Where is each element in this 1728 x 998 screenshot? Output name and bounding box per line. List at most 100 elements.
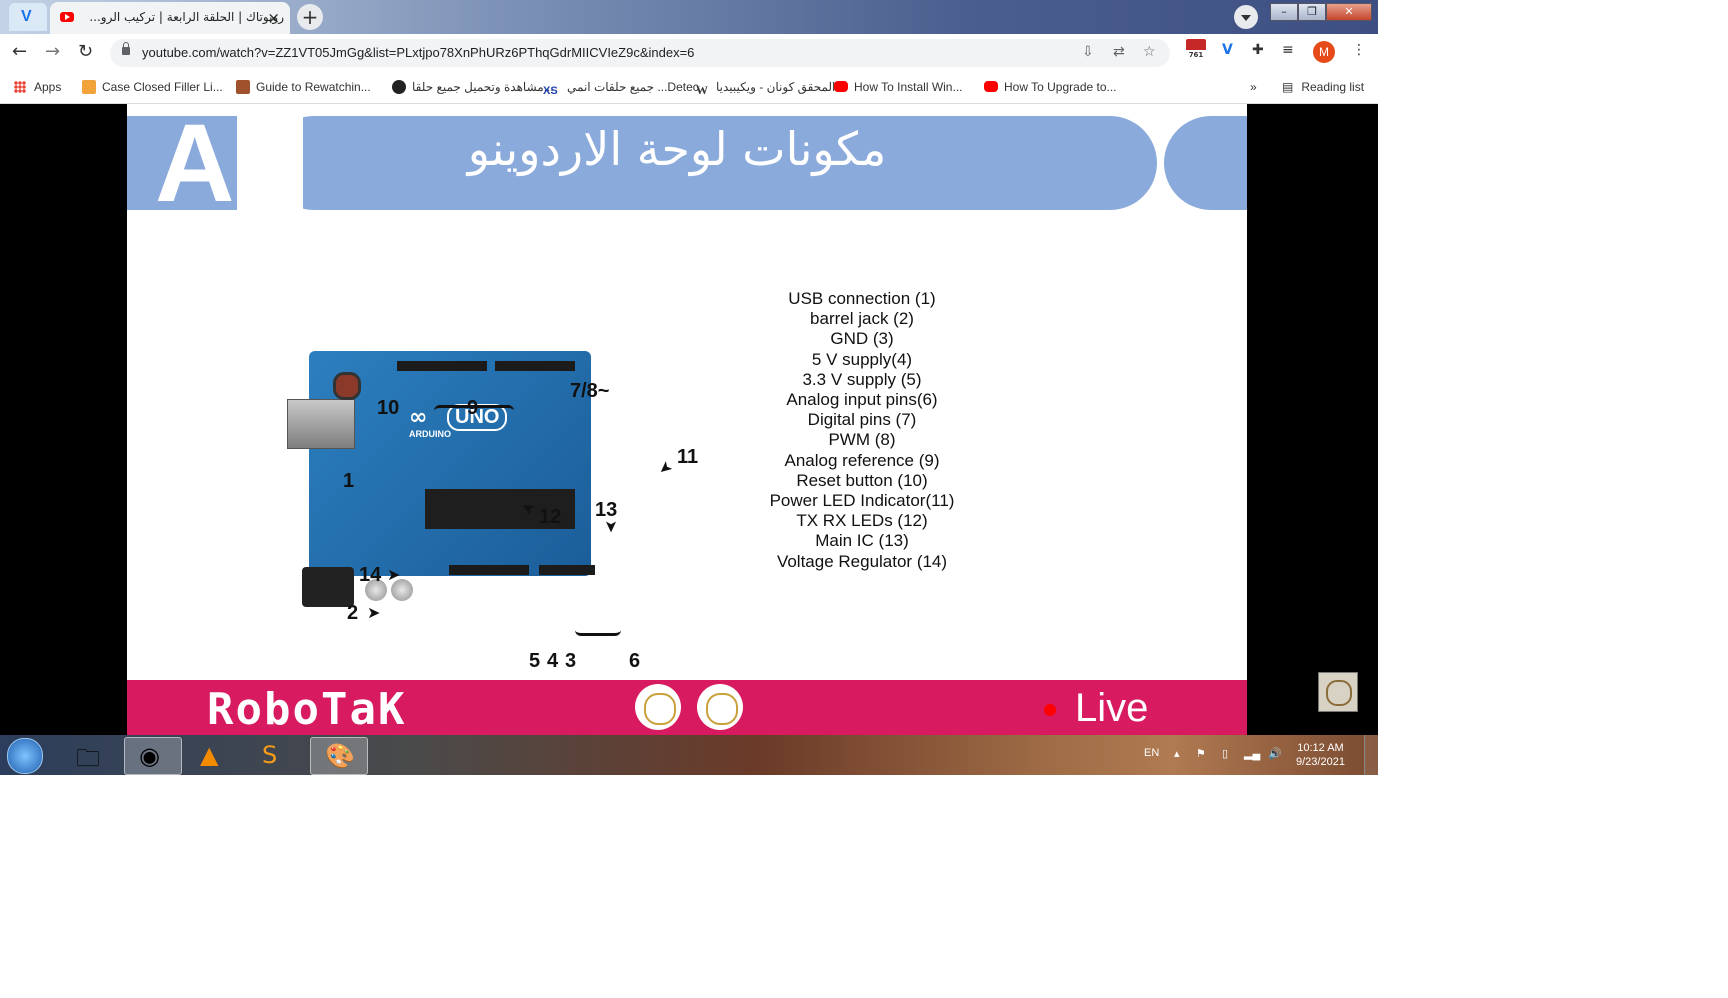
install-app-icon[interactable]: ⇩ bbox=[1082, 44, 1094, 60]
translate-icon[interactable]: ⇄ bbox=[1113, 44, 1125, 60]
folder-icon: 🗀 bbox=[76, 744, 100, 772]
system-clock[interactable]: 10:12 AM 9/23/2021 bbox=[1296, 741, 1345, 769]
list-item: Digital pins (7) bbox=[807, 410, 917, 430]
digital-header-right bbox=[495, 361, 575, 371]
windows-taskbar: 🗀 ◉ ▲ S 🎨 EN ▴ ⚑ ▯ ▂▄ 🔊 10:12 AM 9/23/20… bbox=[0, 735, 1378, 775]
list-item: TX RX LEDs (12) bbox=[796, 511, 928, 531]
taskbar-chrome[interactable]: ◉ bbox=[124, 737, 182, 775]
label-7-8: 7/8~ bbox=[570, 380, 610, 402]
bookmark-item[interactable]: W المحقق كونان - ويكيبيديا bbox=[696, 80, 835, 97]
wikipedia-icon: W bbox=[696, 83, 708, 97]
tab-search-button[interactable] bbox=[1234, 5, 1258, 29]
bookmark-item[interactable]: Guide to Rewatchin... bbox=[236, 80, 371, 94]
egypt-emblem-icon bbox=[697, 684, 743, 730]
list-item: 5 V supply(4) bbox=[811, 349, 913, 369]
bookmark-apps[interactable]: Apps bbox=[14, 80, 61, 94]
university-seal-icon bbox=[635, 684, 681, 730]
vlc-icon: ▲ bbox=[200, 741, 219, 769]
arduino-board-image: ∞ ARDUINO UNO 10 9 7/8~ 11 1 12 13 14 2 … bbox=[267, 309, 698, 672]
site-icon bbox=[392, 80, 406, 94]
robotak-logo: RoboTaK bbox=[207, 684, 407, 735]
reload-icon[interactable]: ↻ bbox=[78, 41, 93, 62]
action-center-icon[interactable]: ⚑ bbox=[1196, 747, 1206, 760]
profile-avatar[interactable]: M bbox=[1313, 41, 1335, 63]
bookmark-label: How To Upgrade to... bbox=[1004, 80, 1117, 94]
header-right-pill bbox=[1164, 116, 1247, 210]
calendar-extension-icon[interactable]: 761 bbox=[1186, 39, 1206, 61]
menu-kebab-icon[interactable]: ⋮ bbox=[1352, 42, 1366, 58]
arduino-infinity-logo: ∞ bbox=[409, 405, 428, 430]
new-tab-button[interactable]: + bbox=[297, 4, 323, 30]
reading-list-icon: ▤ bbox=[1282, 80, 1294, 94]
label-14: 14 bbox=[359, 564, 382, 586]
list-item: Power LED Indicator(11) bbox=[769, 491, 955, 511]
bookmark-label: Case Closed Filler Li... bbox=[102, 80, 223, 94]
clock-date: 9/23/2021 bbox=[1296, 756, 1345, 768]
label-3: 3 bbox=[565, 650, 577, 672]
tab-youtube[interactable]: روبوتاك | الحلقة الرابعة | تركيب الرو...… bbox=[50, 2, 290, 34]
component-list: USB connection (1) barrel jack (2) GND (… bbox=[717, 289, 1007, 572]
vivaldi-extension-icon[interactable]: V bbox=[1222, 42, 1233, 58]
bookmark-star-icon[interactable]: ☆ bbox=[1143, 44, 1156, 60]
pinned-tab[interactable]: V bbox=[9, 3, 47, 31]
network-icon[interactable]: ▂▄ bbox=[1244, 747, 1260, 760]
start-button[interactable] bbox=[7, 738, 43, 774]
browser-window: V روبوتاك | الحلقة الرابعة | تركيب الرو.… bbox=[0, 0, 1378, 775]
bookmark-item[interactable]: How To Install Win... bbox=[834, 80, 962, 94]
bookmark-label: مشاهدة وتحميل جميع حلقا... bbox=[412, 80, 554, 94]
url-text[interactable]: youtube.com/watch?v=ZZ1VT05JmGg&list=PLx… bbox=[142, 45, 694, 60]
taskbar-explorer[interactable]: 🗀 bbox=[62, 737, 118, 773]
bookmark-item[interactable]: How To Upgrade to... bbox=[984, 80, 1117, 94]
tab-close-button[interactable]: × bbox=[267, 9, 280, 27]
language-indicator[interactable]: EN bbox=[1144, 747, 1159, 759]
list-item: PWM (8) bbox=[828, 430, 896, 450]
vivaldi-icon: V bbox=[21, 8, 32, 25]
paint-icon: 🎨 bbox=[325, 742, 355, 770]
face-silhouette bbox=[243, 116, 303, 210]
bookmark-item[interactable]: Case Closed Filler Li... bbox=[82, 80, 223, 94]
close-window-button[interactable]: ✕ bbox=[1326, 3, 1372, 21]
apps-grid-icon bbox=[14, 81, 26, 93]
bookmarks-overflow-button[interactable]: » bbox=[1250, 80, 1257, 94]
label-9: 9 bbox=[467, 397, 479, 419]
youtube-icon bbox=[834, 81, 848, 92]
youtube-icon bbox=[984, 81, 998, 92]
bookmark-item[interactable]: XS جميع حلقات انمي ...Detec bbox=[543, 80, 699, 99]
video-player[interactable]: AI مكونات لوحة الاردوينو ∞ ARDUINO UNO 1… bbox=[0, 104, 1378, 735]
usb-connector bbox=[287, 399, 355, 449]
brace-analog bbox=[575, 627, 621, 636]
show-desktop-button[interactable] bbox=[1364, 735, 1378, 775]
minimize-button[interactable]: – bbox=[1270, 3, 1298, 21]
xs-icon: XS bbox=[543, 85, 558, 97]
label-10: 10 bbox=[377, 397, 400, 419]
address-bar[interactable]: youtube.com/watch?v=ZZ1VT05JmGg&list=PLx… bbox=[110, 39, 1170, 67]
volume-icon[interactable]: 🔊 bbox=[1268, 747, 1282, 760]
taskbar-vlc[interactable]: ▲ bbox=[186, 737, 242, 773]
arrow-right-icon: ➤ bbox=[387, 565, 401, 584]
label-4: 4 bbox=[547, 650, 559, 672]
media-queue-icon[interactable]: ≡ bbox=[1282, 42, 1294, 58]
reading-list-button[interactable]: ▤ Reading list bbox=[1282, 80, 1364, 94]
maximize-button[interactable]: ❐ bbox=[1298, 3, 1326, 21]
taskbar-sublime[interactable]: S bbox=[248, 737, 304, 773]
extensions-puzzle-icon[interactable]: ✚ bbox=[1252, 42, 1264, 58]
tray-expand-icon[interactable]: ▴ bbox=[1174, 747, 1180, 760]
reading-list-label: Reading list bbox=[1301, 80, 1365, 94]
youtube-icon bbox=[60, 12, 74, 22]
presentation-slide: AI مكونات لوحة الاردوينو ∞ ARDUINO UNO 1… bbox=[127, 104, 1247, 735]
barrel-jack bbox=[302, 567, 354, 607]
back-arrow-icon[interactable]: ← bbox=[12, 41, 27, 62]
list-item: 3.3 V supply (5) bbox=[802, 369, 922, 389]
taskbar-paint[interactable]: 🎨 bbox=[310, 737, 368, 775]
live-label: Live bbox=[1075, 686, 1149, 730]
list-item: USB connection (1) bbox=[788, 289, 936, 308]
browser-toolbar: ← → ↻ youtube.com/watch?v=ZZ1VT05JmGg&li… bbox=[0, 34, 1378, 72]
label-2: 2 bbox=[347, 602, 359, 624]
broadcast-band: RoboTaK Live bbox=[127, 680, 1247, 735]
battery-icon[interactable]: ▯ bbox=[1222, 747, 1228, 760]
label-1: 1 bbox=[343, 470, 355, 492]
bookmark-label: Guide to Rewatchin... bbox=[256, 80, 371, 94]
bookmark-item[interactable]: مشاهدة وتحميل جميع حلقا... bbox=[392, 80, 554, 94]
forward-arrow-icon[interactable]: → bbox=[45, 41, 60, 62]
list-item: barrel jack (2) bbox=[810, 309, 914, 329]
